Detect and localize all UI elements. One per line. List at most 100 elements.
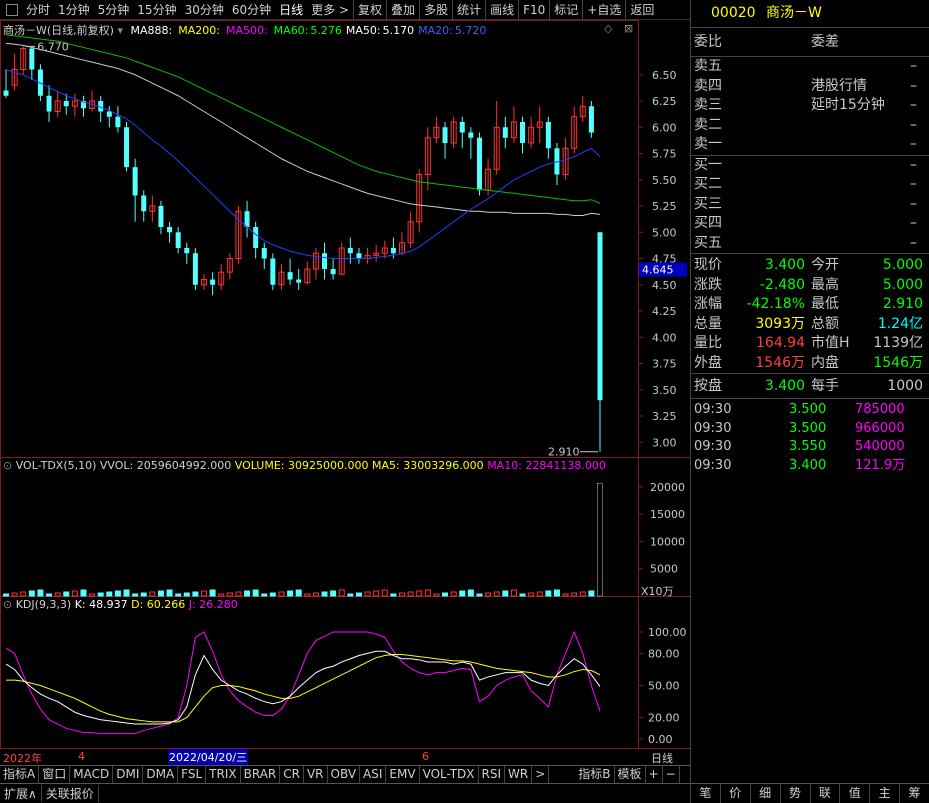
indicator-tab[interactable]: RSI (479, 766, 506, 783)
status-item[interactable]: 扩展∧ (0, 785, 42, 802)
toolbar-item[interactable]: +自选 (582, 0, 625, 20)
panel-tab[interactable]: 势 (781, 784, 811, 803)
volume-bar (114, 590, 121, 597)
indicator-tab[interactable]: OBV (328, 766, 361, 783)
trade-row: 09:30 3.500 966000 (691, 420, 929, 439)
toolbar-item[interactable]: F10 (518, 0, 549, 20)
circle-icon[interactable]: ⊙ (3, 598, 12, 611)
circle-icon[interactable]: ⊙ (3, 459, 12, 472)
panel-tab[interactable]: 笔 (691, 784, 721, 803)
toolbar-item[interactable]: 分时 (22, 0, 54, 20)
ma10-value: MA10: 22841138.000 (487, 459, 606, 472)
ma50-line (5, 42, 601, 216)
sell-level[interactable]: 卖一 – (691, 135, 929, 155)
volume-bar (287, 590, 294, 597)
toolbar-item[interactable]: 30分钟 (181, 0, 228, 20)
adj-label: (日线,前复权) (46, 24, 114, 37)
candle-body (330, 269, 336, 275)
status-item[interactable]: 关联报价 (42, 785, 99, 802)
candle-body (502, 127, 508, 138)
level-value: – (910, 97, 917, 113)
stock-code: 00020 (711, 5, 756, 21)
buy-level[interactable]: 买五 – (691, 234, 929, 254)
candle-body (356, 253, 362, 259)
y-tick-label: 20.00 (648, 712, 680, 725)
toolbar-item[interactable]: 统计 (452, 0, 485, 20)
panel-tab[interactable]: 联 (811, 784, 841, 803)
toolbar-item[interactable]: 多股 (419, 0, 452, 20)
y-tick-label: 6.25 (652, 95, 677, 108)
buy-level[interactable]: 买三 – (691, 195, 929, 215)
ma-legend-item: MA888: (131, 24, 175, 37)
trade-ticks[interactable]: 09:30 3.500 785000 09:30 3.500 966000 09:30 3.5… (691, 399, 929, 475)
quote-label: 外盘 (694, 354, 722, 371)
indicator-tab[interactable]: TRIX (206, 766, 241, 783)
indicator-tab[interactable]: FSL (178, 766, 207, 783)
sell-level[interactable]: 卖三 延时15分钟 – (691, 96, 929, 116)
quote-value: 3093万 (755, 315, 805, 332)
level-label: 买一 (694, 156, 722, 173)
sell-level[interactable]: 卖五 – (691, 57, 929, 77)
buy-level[interactable]: 买一 – (691, 156, 929, 176)
indicator-tab[interactable]: WR (505, 766, 533, 783)
toolbar-item[interactable]: 叠加 (386, 0, 419, 20)
toolbar-item[interactable]: 60分钟 (228, 0, 275, 20)
buy-level[interactable]: 买二 – (691, 175, 929, 195)
indicator-tab[interactable]: + (646, 766, 663, 783)
indicator-tab[interactable]: EMV (386, 766, 420, 783)
toggle-box-icon[interactable] (6, 3, 18, 16)
volume-bar (304, 593, 311, 597)
toolbar-item[interactable]: 5分钟 (94, 0, 134, 20)
toolbar-item[interactable]: 15分钟 (133, 0, 180, 20)
panel-tab[interactable]: 主 (870, 784, 901, 803)
toolbar-item[interactable]: 标记 (549, 0, 582, 20)
indicator-tab[interactable]: 指标B (575, 766, 615, 783)
indicator-tab[interactable]: VR (304, 766, 328, 783)
panel-tab[interactable]: 细 (751, 784, 781, 803)
panel-tab[interactable]: 价 (721, 784, 751, 803)
diamond-icon[interactable]: ◇ (604, 22, 612, 35)
indicator-tab[interactable]: 窗口 (39, 766, 71, 783)
indicator-tab[interactable]: − (663, 766, 680, 783)
indicator-tab[interactable]: MACD (70, 766, 114, 783)
indicator-tab[interactable]: > (532, 766, 550, 783)
quote-value: 2.910 (882, 296, 923, 312)
panel-tab[interactable]: 值 (840, 784, 871, 803)
volume-bar (20, 591, 27, 597)
close-icon[interactable]: ⊠ (624, 22, 633, 35)
indicator-tab[interactable]: DMI (113, 766, 144, 783)
toolbar-item[interactable]: 1分钟 (54, 0, 94, 20)
low-label: 2.910 (548, 446, 580, 459)
quote-panel: 00020 商汤－W 委比 委差 卖五 – 卖四 港股行情 – 卖三 延时15分钟 – 卖二 – 卖… (690, 0, 929, 803)
panel-tabs: 笔价细势联值主筹 (691, 783, 929, 803)
indicator-tab[interactable]: 模板 (615, 766, 646, 783)
level-note: 港股行情 (811, 77, 867, 94)
sell-level[interactable]: 卖二 – (691, 116, 929, 136)
high-label: 6.770 (37, 40, 69, 53)
toolbar-item[interactable]: 复权 (353, 0, 386, 20)
trade-time: 09:30 (694, 420, 732, 436)
indicator-tab[interactable]: VOL-TDX (420, 766, 479, 783)
indicator-tab[interactable]: 指标A (0, 766, 40, 783)
indicator-tab[interactable]: ASI (360, 766, 387, 783)
volume-bar (381, 589, 388, 597)
chart-area[interactable]: 6.506.256.005.755.505.255.004.754.504.25… (0, 20, 690, 765)
buy-level[interactable]: 买四 – (691, 214, 929, 234)
toolbar-item[interactable]: 日线 (275, 0, 307, 20)
volume-bar (519, 593, 526, 597)
quote-row: 涨跌 -2.480 最高 5.000 (691, 276, 929, 296)
y-tick-label: 3.25 (652, 410, 677, 423)
legend-arrow-icon[interactable]: ▾ (117, 24, 123, 37)
stock-title: 00020 商汤－W (691, 0, 929, 28)
sell-level[interactable]: 卖四 港股行情 – (691, 77, 929, 97)
indicator-tab[interactable]: BRAR (241, 766, 281, 783)
toolbar-item[interactable]: 画线 (485, 0, 518, 20)
weicha-label: 委差 (811, 34, 839, 50)
panel-tab[interactable]: 筹 (900, 784, 929, 803)
toolbar-item[interactable]: 更多 > (307, 0, 353, 20)
volume-bar (183, 592, 190, 597)
period-label[interactable]: 日线 (651, 750, 673, 766)
toolbar-item[interactable]: 返回 (625, 0, 658, 20)
indicator-tab[interactable]: DMA (143, 766, 179, 783)
indicator-tab[interactable]: CR (280, 766, 304, 783)
